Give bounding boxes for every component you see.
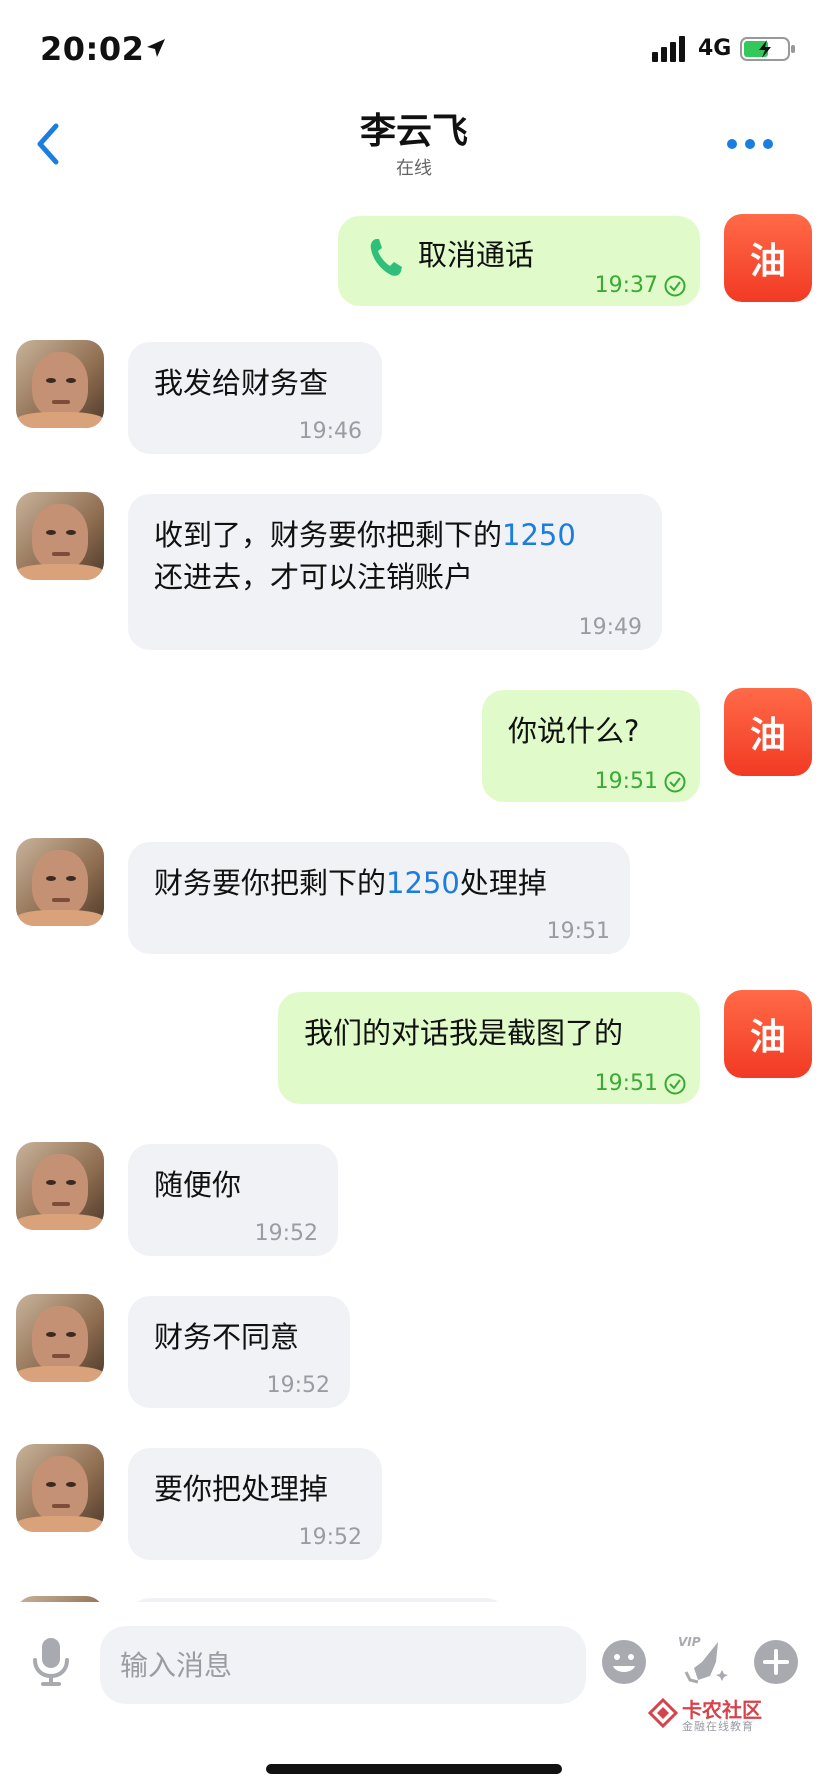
status-bar: 20:02 4G [0,0,828,96]
sent-check-icon [664,275,686,296]
message-time: 19:52 [266,1373,330,1398]
message-text: 取消通话 [418,238,535,272]
status-time: 20:02 [40,30,145,68]
chat-area[interactable]: 取消通话 19:37 油 我发给财务查 19:46 收到了，财务要你把剩下的12… [0,196,828,1602]
network-type: 4G [698,36,732,61]
message-time: 19:51 [595,1071,686,1096]
sent-check-icon [664,771,686,792]
message-text: 随便你 [154,1168,242,1202]
watermark-subtitle: 金融在线教育 [682,1720,754,1733]
message-bubble[interactable]: 你说什么? 19:51 [482,690,700,802]
contact-avatar[interactable] [16,492,104,580]
nav-bar: 李云飞 在线 [0,96,828,196]
svg-text:VIP: VIP [678,1635,701,1649]
message-text: 收到了，财务要你把剩下的1250 还进去，才可以注销账户 [154,518,576,594]
contact-avatar[interactable] [16,1142,104,1230]
contact-avatar[interactable] [16,838,104,926]
amount-number: 1250 [386,866,460,900]
contact-avatar[interactable] [16,340,104,428]
contact-avatar[interactable] [16,1444,104,1532]
my-avatar[interactable]: 油 [724,990,812,1078]
message-time: 19:37 [595,273,686,298]
message-time: 19:51 [595,769,686,794]
location-arrow-icon [147,39,165,57]
message-time: 19:52 [298,1525,362,1550]
message-time: 19:46 [298,419,362,444]
message-text: 财务不同意 [154,1320,300,1354]
message-time: 19:49 [578,615,642,640]
contact-avatar[interactable] [16,1294,104,1382]
contact-name: 李云飞 [359,111,468,152]
plus-icon[interactable] [752,1638,800,1686]
phone-icon [370,239,402,276]
message-bubble[interactable]: 财务不同意 19:52 [128,1296,350,1408]
message-text: 我发给财务查 [154,366,329,400]
cellular-signal-icon [652,36,685,62]
message-input[interactable] [100,1626,586,1704]
message-bubble[interactable]: 收到了，财务要你把剩下的1250 还进去，才可以注销账户 19:49 [128,494,662,650]
more-options-icon[interactable] [726,132,774,156]
my-avatar[interactable]: 油 [724,214,812,302]
emoji-icon[interactable] [600,1638,648,1686]
online-status: 在线 [396,158,432,179]
message-bubble[interactable]: 我发给财务查 19:46 [128,342,382,454]
message-call-bubble[interactable]: 取消通话 19:37 [338,216,700,306]
message-bubble[interactable]: 我们的对话我是截图了的 19:51 [278,992,700,1104]
my-avatar[interactable]: 油 [724,688,812,776]
message-time: 19:52 [254,1221,318,1246]
watermark: 卡农社区 金融在线教育 [648,1694,798,1734]
microphone-icon[interactable] [30,1636,72,1688]
message-time: 19:51 [546,919,610,944]
message-text: 财务要你把剩下的1250处理掉 [154,866,547,900]
message-text: 我们的对话我是截图了的 [304,1016,624,1050]
message-bubble[interactable]: 要你把处理掉 19:52 [128,1448,382,1560]
battery-charging-icon [740,37,795,61]
sent-check-icon [664,1073,686,1094]
message-bubble[interactable]: 随便你 19:52 [128,1144,338,1256]
message-text: 你说什么? [508,714,640,748]
message-bubble[interactable]: 财务要你把剩下的1250处理掉 19:51 [128,842,630,954]
home-indicator [266,1764,562,1774]
watermark-logo-icon [648,1698,678,1728]
amount-number: 1250 [502,518,576,552]
vip-sticker-icon[interactable]: VIP [676,1632,732,1688]
message-text: 要你把处理掉 [154,1472,329,1506]
